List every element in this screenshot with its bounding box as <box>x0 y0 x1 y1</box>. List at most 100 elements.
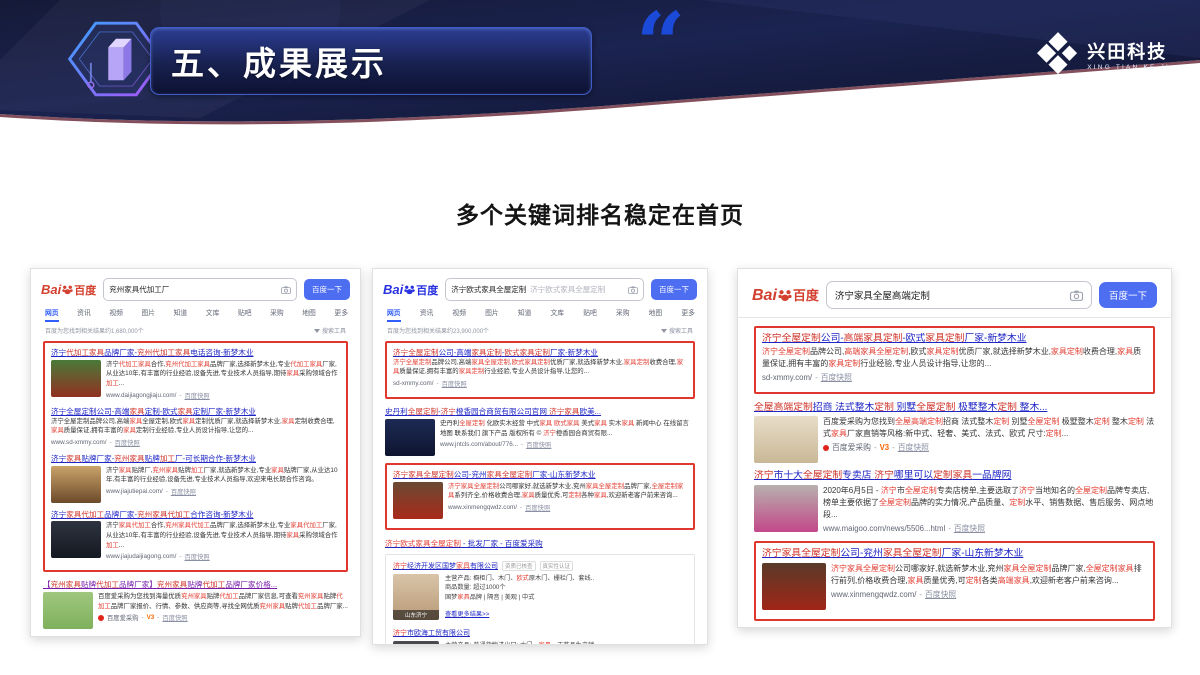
snapshot-link[interactable]: 百度快照 <box>526 440 551 449</box>
tab-wenku[interactable]: 文库 <box>551 307 565 322</box>
result-title-link[interactable]: 济宁全屋定制公司-高端家具定制-欧式家具定制厂家-新梦木业 <box>51 407 340 417</box>
tab-webpage[interactable]: 网页 <box>387 307 401 322</box>
search-tools[interactable]: 搜索工具 <box>314 326 346 335</box>
tab-more[interactable]: 更多 <box>334 307 348 322</box>
result-url: www.sd-xmmy.com/ <box>51 439 107 446</box>
camera-icon[interactable] <box>628 286 638 294</box>
snapshot-link[interactable]: 百度快照 <box>184 391 209 400</box>
company-entry: 济宁经济开发区国梦家具有限公司 资质已核查 真实性认证 山东济宁 主营产品: 橱… <box>393 561 687 621</box>
results-list: 济宁全屋定制公司-高端家具定制-欧式家具定制厂家-新梦木业 济宁全屋定制品牌公司… <box>752 326 1157 628</box>
purchase-card: 济宁经济开发区国梦家具有限公司 资质已核查 真实性认证 山东济宁 主营产品: 橱… <box>385 554 695 645</box>
search-tools[interactable]: 搜索工具 <box>661 326 693 335</box>
result-url: www.jiajutiepai.com/ <box>106 488 163 495</box>
results-list: 济宁代加工家具品牌厂家-兖州代加工家具电话咨询-新梦木业 济宁代加工家具合作,兖… <box>41 341 350 637</box>
baidu-logo: Bai 百度 <box>752 285 819 305</box>
diamond-logo-icon <box>1037 32 1079 82</box>
result-thumbnail[interactable] <box>385 419 435 456</box>
result-title-link[interactable]: 兖州有没有加工棉松衣服的工厂_兖州吧_百度贴吧 <box>43 636 348 637</box>
tab-tieba[interactable]: 贴吧 <box>238 307 252 322</box>
result-thumbnail[interactable] <box>754 485 818 532</box>
search-input[interactable]: 兖州家具代加工厂 <box>103 278 297 301</box>
search-button[interactable]: 百度一下 <box>651 279 697 300</box>
result-description: 百度爱采购为您找到全屋高端定制招商 法式整木定制 别墅全屋定制 极墅整木定制 整… <box>823 416 1155 440</box>
filter-icon <box>661 329 667 333</box>
result-thumbnail[interactable] <box>43 592 93 629</box>
baidu-logo: Bai 百度 <box>383 282 438 298</box>
snapshot-link[interactable]: 百度快照 <box>171 487 196 496</box>
tab-webpage[interactable]: 网页 <box>45 307 59 322</box>
search-bar: Bai 百度 济宁家具全屋高端定制 百度一下 <box>752 281 1157 309</box>
search-result: 【兖州家具贴牌代加工品牌厂家】兖州家具贴牌代加工品牌厂家价格... 百度爱采购为… <box>43 580 348 629</box>
tab-tieba[interactable]: 贴吧 <box>583 307 597 322</box>
search-button[interactable]: 百度一下 <box>304 279 350 300</box>
tab-map[interactable]: 地图 <box>649 307 663 322</box>
baidu-paw-icon <box>62 284 73 295</box>
result-description: 济宁全屋定制品牌公司,高端家具全屋定制,欧式家具定制优质厂家,就选择新梦木业,家… <box>393 358 687 377</box>
company-thumbnail[interactable]: 山东济宁 <box>393 641 439 645</box>
result-thumbnail[interactable] <box>51 360 101 397</box>
search-result: 济宁代加工家具品牌厂家-兖州代加工家具电话咨询-新梦木业 济宁代加工家具合作,兖… <box>51 348 340 400</box>
company-brand: 国梦家具品牌 | 隔音 | 美观 | 中式 <box>445 593 687 603</box>
result-title-link[interactable]: 济宁全屋定制公司-高端家具定制-欧式家具定制厂家-新梦木业 <box>393 348 687 358</box>
company-name-link[interactable]: 济宁经济开发区国梦家具有限公司 <box>393 561 498 571</box>
result-url: sd-xmmy.com/ <box>393 380 433 387</box>
result-title-link[interactable]: 全屋高端定制招商 法式整木定制 别墅全屋定制 极墅整木定制 整木... <box>754 402 1155 415</box>
snapshot-link[interactable]: 百度快照 <box>898 442 929 453</box>
result-title-link[interactable]: 【兖州家具贴牌代加工品牌厂家】兖州家具贴牌代加工品牌厂家价格... <box>43 580 348 590</box>
snapshot-link[interactable]: 百度快照 <box>115 438 140 447</box>
tab-caigou[interactable]: 采购 <box>616 307 630 322</box>
snapshot-link[interactable]: 百度快照 <box>525 503 550 512</box>
snapshot-link[interactable]: 百度快照 <box>925 589 956 600</box>
result-description: 济宁家具贴牌厂,兖州家具贴牌加工厂家,就选新梦木业,专业家具贴牌厂家,从业达10… <box>106 466 340 485</box>
company-quantity: 商品数量: 超过1000个 <box>445 583 687 593</box>
tab-news[interactable]: 资讯 <box>420 307 434 322</box>
tab-video[interactable]: 视频 <box>109 307 123 322</box>
company-thumbnail[interactable]: 山东济宁 <box>393 574 439 620</box>
highlight-red-box: 济宁全屋定制公司-高端家具定制-欧式家具定制厂家-新梦木业 济宁全屋定制品牌公司… <box>385 341 695 399</box>
tab-video[interactable]: 视频 <box>452 307 466 322</box>
tab-image[interactable]: 图片 <box>141 307 155 322</box>
tab-image[interactable]: 图片 <box>485 307 499 322</box>
snapshot-link[interactable]: 百度快照 <box>162 613 187 622</box>
tab-map[interactable]: 地图 <box>302 307 316 322</box>
camera-icon[interactable] <box>1070 290 1083 301</box>
result-title-link[interactable]: 济宁代加工家具品牌厂家-兖州代加工家具电话咨询-新梦木业 <box>51 348 340 358</box>
aicaigou-icon <box>823 445 829 451</box>
brand-subtitle: XING TIAN KE JI <box>1087 64 1170 71</box>
tab-more[interactable]: 更多 <box>681 307 695 322</box>
result-title-link[interactable]: 济宁家具全屋定制公司-兖州家具全屋定制厂家-山东新梦木业 <box>762 548 1147 561</box>
snapshot-link[interactable]: 百度快照 <box>954 523 985 534</box>
search-button[interactable]: 百度一下 <box>1099 282 1157 308</box>
result-thumbnail[interactable] <box>754 416 818 463</box>
result-thumbnail[interactable] <box>51 466 101 503</box>
result-title-link[interactable]: 济宁家具贴牌厂家-兖州家具贴牌加工厂-可长期合作-新梦木业 <box>51 454 340 464</box>
serp-tabs: 网页 资讯 视频 图片 知道 文库 贴吧 采购 地图 更多 <box>41 307 350 322</box>
snapshot-link[interactable]: 百度快照 <box>442 379 467 388</box>
result-title-link[interactable]: 济宁全屋定制公司-高端家具定制-欧式家具定制厂家-新梦木业 <box>762 333 1147 346</box>
search-input[interactable]: 济宁欧式家具全屋定制 济宁欧式家具全屋定制 <box>445 278 644 301</box>
tab-wenku[interactable]: 文库 <box>206 307 220 322</box>
company-entry: 济宁市欧海工贸有限公司 山东济宁 主营产品: 普通货物进出口: 大门、家具、工艺… <box>393 628 687 645</box>
result-thumbnail[interactable] <box>762 563 826 610</box>
company-name-link[interactable]: 济宁市欧海工贸有限公司 <box>393 628 470 638</box>
tab-news[interactable]: 资讯 <box>77 307 91 322</box>
more-results-link[interactable]: 查看更多结果>> <box>445 609 489 618</box>
snapshot-link[interactable]: 百度快照 <box>821 372 852 383</box>
tab-zhidao[interactable]: 知道 <box>174 307 188 322</box>
result-url: www.jiajudaijiagong.com/ <box>106 553 176 560</box>
baidu-logo-cn: 百度 <box>793 285 819 304</box>
tab-caigou[interactable]: 采购 <box>270 307 284 322</box>
result-thumbnail[interactable] <box>51 521 101 558</box>
result-source: 百度爱采购 <box>832 442 871 453</box>
result-thumbnail[interactable] <box>393 482 443 519</box>
camera-icon[interactable] <box>281 286 291 294</box>
result-title-link[interactable]: 济宁市十大全屋定制专卖店 济宁哪里可以定制家具一品牌网 <box>754 470 1155 483</box>
tab-zhidao[interactable]: 知道 <box>518 307 532 322</box>
snapshot-link[interactable]: 百度快照 <box>184 552 209 561</box>
result-title-link[interactable]: 史丹利全屋定制-济宁橙香园合商贸有限公司官网 济宁家具欧美... <box>385 407 695 417</box>
result-title-link[interactable]: 济宁家具全屋定制公司-兖州家具全屋定制厂家-山东新梦木业 <box>393 470 687 480</box>
purchase-link[interactable]: 济宁欧式家具全屋定制 - 批发厂家 - 百度爱采购 <box>385 538 695 549</box>
section-title: 五、成果展示 <box>171 37 387 85</box>
result-title-link[interactable]: 济宁家具代加工品牌厂家-兖州家具代加工合作咨询-新梦木业 <box>51 510 340 520</box>
search-input[interactable]: 济宁家具全屋高端定制 <box>826 281 1092 309</box>
